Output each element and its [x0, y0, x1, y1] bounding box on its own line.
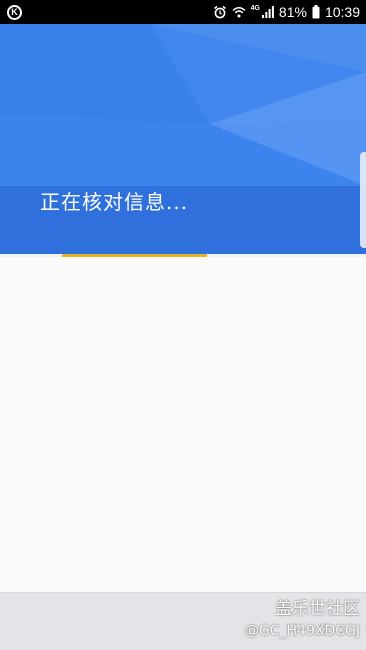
network-type: 4G: [250, 4, 260, 12]
status-bar: K 4G 81% 10:39: [0, 0, 366, 24]
page-title: 正在核对信息...: [40, 190, 189, 214]
header-banner: [0, 24, 366, 256]
k-icon: K: [7, 4, 22, 20]
side-handle[interactable]: [360, 152, 366, 248]
watermark-user-id: @GC_H49XDCGJ: [244, 623, 360, 639]
status-indicators: 4G 81% 10:39: [213, 4, 360, 20]
alarm-icon: [213, 5, 226, 19]
wifi-icon: [232, 7, 246, 18]
battery-icon: [312, 5, 320, 19]
signal-icon: [261, 6, 274, 18]
watermark-community: 盖乐世社区: [275, 599, 360, 619]
watermark: 盖乐世社区 @GC_H49XDCGJ: [245, 598, 360, 642]
clock: 10:39: [324, 4, 360, 20]
k-icon-letter: K: [11, 7, 18, 17]
progress-bar: [62, 254, 207, 257]
battery-percent: 81%: [278, 4, 307, 20]
